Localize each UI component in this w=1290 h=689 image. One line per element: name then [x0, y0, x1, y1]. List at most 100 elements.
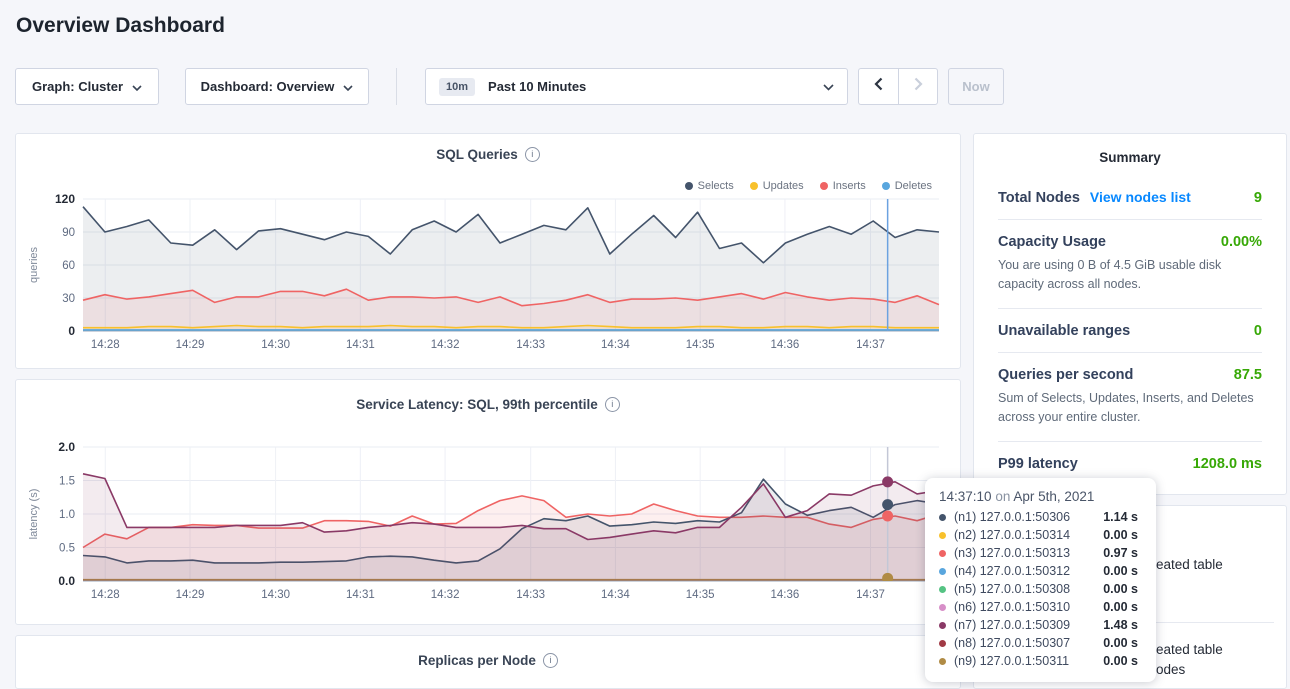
sql-queries-title-row: SQL Queries i [16, 147, 960, 162]
tooltip-node-label: (n9) 127.0.0.1:50311 [954, 654, 1069, 668]
legend-color-dot [685, 182, 693, 190]
summary-panel: Summary Total Nodes View nodes list 9 Ca… [973, 133, 1287, 495]
tooltip-row: (n1) 127.0.0.1:50306 1.14 s [939, 508, 1142, 526]
time-range-badge: 10m [439, 78, 475, 96]
tooltip-node-label: (n4) 127.0.0.1:50312 [954, 564, 1070, 578]
info-icon[interactable]: i [525, 147, 540, 162]
svg-text:90: 90 [62, 227, 75, 239]
svg-text:queries: queries [28, 246, 40, 283]
series-color-dot [939, 514, 946, 521]
tooltip-row: (n3) 127.0.0.1:503130.97 s [939, 544, 1142, 562]
sql-queries-panel: SQL Queries i SelectsUpdatesInsertsDelet… [15, 133, 961, 369]
info-icon[interactable]: i [605, 397, 620, 412]
chevron-down-icon [132, 79, 142, 94]
next-interval-button[interactable] [898, 68, 938, 105]
graph-dropdown[interactable]: Graph: Cluster [15, 68, 159, 105]
time-range-picker[interactable]: 10m Past 10 Minutes [425, 68, 848, 105]
chart-title: SQL Queries [436, 147, 518, 162]
service-latency-chart[interactable]: 0.00.51.01.52.014:2814:2914:3014:3114:32… [19, 439, 957, 605]
svg-text:14:28: 14:28 [91, 339, 120, 351]
summary-desc: You are using 0 B of 4.5 GiB usable disk… [998, 256, 1262, 295]
tooltip-node-value: 0.00 s [1103, 564, 1142, 578]
legend-color-dot [820, 182, 828, 190]
service-latency-title-row: Service Latency: SQL, 99th percentile i [16, 397, 960, 412]
svg-text:14:29: 14:29 [176, 589, 205, 601]
tooltip-node-value: 1.14 s [1103, 510, 1142, 524]
tooltip-node-label: (n2) 127.0.0.1:50314 [954, 528, 1070, 542]
svg-text:latency (s): latency (s) [28, 489, 40, 540]
svg-text:14:30: 14:30 [261, 339, 290, 351]
view-nodes-list-link[interactable]: View nodes list [1090, 189, 1191, 205]
series-color-dot [939, 622, 946, 629]
tooltip-node-label: (n1) 127.0.0.1:50306 [954, 510, 1070, 524]
time-range-label: Past 10 Minutes [488, 79, 586, 94]
chevron-left-icon [874, 77, 883, 96]
service-latency-panel: Service Latency: SQL, 99th percentile i … [15, 379, 961, 625]
summary-row-qps: Queries per second 87.5 Sum of Selects, … [998, 353, 1262, 442]
tooltip-node-value: 0.97 s [1103, 546, 1142, 560]
svg-text:14:29: 14:29 [176, 339, 205, 351]
tooltip-node-label: (n7) 127.0.0.1:50309 [954, 618, 1070, 632]
event-item-fragment: odes [1156, 662, 1185, 677]
chevron-down-icon [343, 79, 353, 94]
graph-dropdown-label: Graph: Cluster [32, 79, 123, 94]
tooltip-row: (n9) 127.0.0.1:50311 0.00 s [939, 652, 1142, 670]
svg-text:14:30: 14:30 [261, 589, 290, 601]
summary-row-unavailable: Unavailable ranges 0 [998, 309, 1262, 353]
tooltip-rows: (n1) 127.0.0.1:50306 1.14 s (n2) 127.0.0.1… [939, 508, 1142, 670]
svg-text:14:32: 14:32 [431, 339, 460, 351]
tooltip-node-label: (n5) 127.0.0.1:50308 [954, 582, 1070, 596]
summary-value: 9 [1254, 190, 1262, 206]
svg-text:14:35: 14:35 [686, 589, 715, 601]
tooltip-row: (n2) 127.0.0.1:50314 0.00 s [939, 526, 1142, 544]
svg-text:14:31: 14:31 [346, 589, 375, 601]
svg-text:120: 120 [55, 192, 75, 206]
toolbar-divider [396, 68, 397, 105]
prev-interval-button[interactable] [858, 68, 898, 105]
summary-label: Unavailable ranges [998, 323, 1130, 339]
summary-label: Capacity Usage [998, 234, 1106, 250]
tooltip-date: Apr 5th, 2021 [1013, 489, 1094, 504]
svg-text:60: 60 [62, 260, 75, 272]
event-item-fragment: eated table [1156, 557, 1223, 572]
now-button[interactable]: Now [948, 68, 1004, 105]
summary-value: 87.5 [1234, 367, 1262, 383]
chevron-right-icon [914, 77, 923, 96]
summary-value: 1208.0 ms [1193, 456, 1262, 472]
svg-text:2.0: 2.0 [58, 440, 75, 454]
legend-color-dot [750, 182, 758, 190]
series-color-dot [939, 640, 946, 647]
tooltip-node-value: 0.00 s [1103, 582, 1142, 596]
svg-text:14:36: 14:36 [771, 339, 800, 351]
tooltip-node-value: 0.00 s [1103, 600, 1142, 614]
summary-value: 0.00% [1221, 234, 1262, 250]
series-color-dot [939, 586, 946, 593]
svg-text:14:36: 14:36 [771, 589, 800, 601]
toolbar: Graph: Cluster Dashboard: Overview 10m P… [15, 68, 1004, 105]
svg-text:14:37: 14:37 [856, 589, 885, 601]
svg-text:14:34: 14:34 [601, 589, 630, 601]
summary-title: Summary [998, 150, 1262, 165]
event-item-fragment: eated table [1156, 642, 1223, 657]
svg-text:14:33: 14:33 [516, 339, 545, 351]
charts-column: SQL Queries i SelectsUpdatesInsertsDelet… [15, 133, 961, 689]
overview-dashboard-page: Overview Dashboard Graph: Cluster Dashbo… [0, 0, 1290, 689]
svg-text:14:32: 14:32 [431, 589, 460, 601]
sql-queries-chart[interactable]: 030609012014:2814:2914:3014:3114:3214:33… [19, 191, 957, 355]
replicas-title-row: Replicas per Node i [16, 653, 960, 668]
info-icon[interactable]: i [543, 653, 558, 668]
summary-row-total-nodes: Total Nodes View nodes list 9 [998, 175, 1262, 220]
tooltip-timestamp: 14:37:10 on Apr 5th, 2021 [939, 489, 1142, 504]
series-color-dot [939, 532, 946, 539]
svg-text:14:28: 14:28 [91, 589, 120, 601]
tooltip-node-label: (n8) 127.0.0.1:50307 [954, 636, 1070, 650]
tooltip-time: 14:37:10 [939, 489, 992, 504]
svg-text:1.0: 1.0 [59, 509, 75, 521]
time-pager [858, 68, 938, 105]
tooltip-node-label: (n6) 127.0.0.1:50310 [954, 600, 1070, 614]
chart-title: Service Latency: SQL, 99th percentile [356, 397, 598, 412]
tooltip-node-value: 0.00 s [1103, 654, 1142, 668]
tooltip-node-value: 0.00 s [1103, 528, 1142, 542]
dashboard-dropdown[interactable]: Dashboard: Overview [185, 68, 369, 105]
tooltip-row: (n5) 127.0.0.1:50308 0.00 s [939, 580, 1142, 598]
